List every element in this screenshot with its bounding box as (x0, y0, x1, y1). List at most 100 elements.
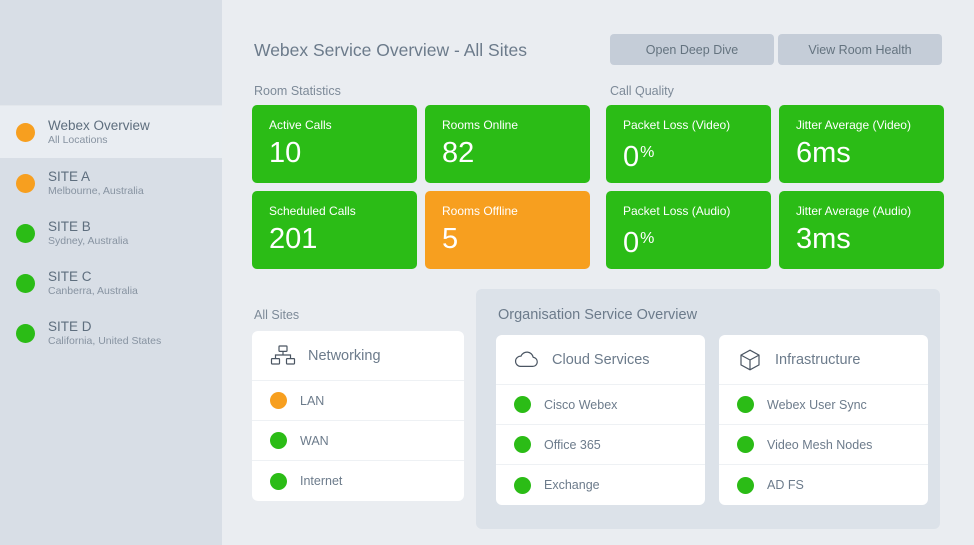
sidebar-item-site-a[interactable]: SITE A Melbourne, Australia (0, 158, 222, 208)
stat-tile-label: Packet Loss (Audio) (623, 204, 731, 218)
status-dot-green (270, 432, 287, 449)
service-status-label: WAN (300, 433, 329, 448)
sidebar-item-subtitle: Canberra, Australia (48, 284, 138, 297)
infrastructure-header: Infrastructure (719, 335, 928, 385)
sidebar-item-list: Webex Overview All Locations SITE A Melbour… (0, 106, 222, 358)
status-dot-green (16, 323, 35, 343)
sidebar-item-webex-overview[interactable]: Webex Overview All Locations (0, 106, 222, 158)
service-status-row[interactable]: AD FS (719, 465, 928, 505)
organisation-service-overview-panel: Organisation Service Overview Cloud Serv… (476, 289, 940, 529)
stat-tile-unit: ms (812, 137, 851, 169)
stat-tile-value: 0% (623, 136, 771, 174)
service-status-row[interactable]: WAN (252, 421, 464, 461)
networking-header: Networking (252, 331, 464, 381)
status-dot-green (16, 223, 35, 243)
service-status-label: LAN (300, 393, 325, 408)
stat-tile-label: Rooms Offline (442, 204, 518, 218)
cloud-services-header: Cloud Services (496, 335, 705, 385)
sidebar-item-subtitle: Sydney, Australia (48, 234, 129, 247)
stat-tile-label: Active Calls (269, 118, 332, 132)
cloud-services-card: Cloud Services Cisco Webex Office 365 Excha… (496, 335, 705, 505)
stat-tile-active-calls[interactable]: Active Calls 10 (252, 105, 417, 183)
sidebar-item-text: SITE A Melbourne, Australia (48, 169, 144, 198)
stat-tile-label: Jitter Average (Video) (796, 118, 911, 132)
stat-tile-label: Packet Loss (Video) (623, 118, 731, 132)
stat-tile-label: Jitter Average (Audio) (796, 204, 912, 218)
status-dot-green (16, 273, 35, 293)
stat-tile-value: 82 (442, 136, 590, 170)
status-dot-green (737, 436, 754, 453)
sidebar-header (0, 0, 222, 106)
sidebar-item-site-b[interactable]: SITE B Sydney, Australia (0, 208, 222, 258)
status-dot-green (737, 396, 754, 413)
status-dot-green (514, 436, 531, 453)
all-sites-label: All Sites (254, 308, 300, 322)
sidebar-item-text: SITE C Canberra, Australia (48, 269, 138, 298)
stat-tile-number: 6 (796, 137, 813, 169)
stat-tile-scheduled-calls[interactable]: Scheduled Calls 201 (252, 191, 417, 269)
service-status-row[interactable]: LAN (252, 381, 464, 421)
service-status-row[interactable]: Webex User Sync (719, 385, 928, 425)
status-dot-orange (16, 173, 35, 193)
sidebar-item-site-c[interactable]: SITE C Canberra, Australia (0, 258, 222, 308)
cloud-icon (514, 351, 538, 367)
view-room-health-button[interactable]: View Room Health (778, 34, 942, 65)
stat-tile-number: 3 (796, 223, 813, 255)
organisation-panel-title: Organisation Service Overview (498, 307, 698, 323)
stat-tile-packet-loss-audio-[interactable]: Packet Loss (Audio) 0% (606, 191, 771, 269)
service-status-row[interactable]: Exchange (496, 465, 705, 505)
service-status-row[interactable]: Video Mesh Nodes (719, 425, 928, 465)
sidebar-item-text: SITE B Sydney, Australia (48, 219, 128, 248)
room-statistics-label: Room Statistics (254, 84, 341, 98)
open-deep-dive-button[interactable]: Open Deep Dive (610, 34, 774, 65)
sidebar-item-text: SITE D California, United States (48, 319, 161, 348)
sidebar-item-site-d[interactable]: SITE D California, United States (0, 308, 222, 358)
stat-tile-label: Scheduled Calls (269, 204, 356, 218)
sitemap-icon (270, 344, 296, 365)
cloud-services-title: Cloud Services (552, 351, 650, 368)
sidebar-item-title: SITE D (48, 318, 92, 334)
sidebar-item-title: Webex Overview (48, 117, 150, 133)
service-status-label: Exchange (544, 478, 600, 492)
stat-tile-jitter-average-video-[interactable]: Jitter Average (Video) 6ms (779, 105, 944, 183)
stat-tile-number: 82 (442, 137, 475, 169)
service-status-label: Video Mesh Nodes (767, 437, 873, 452)
service-status-row[interactable]: Office 365 (496, 425, 705, 465)
page-title: Webex Service Overview - All Sites (254, 40, 527, 60)
stat-tile-value: 10 (269, 136, 417, 170)
stat-tile-value: 3ms (796, 222, 944, 256)
service-status-label: Cisco Webex (544, 397, 618, 412)
stat-tile-unit: % (640, 230, 655, 247)
sidebar-item-title: SITE A (48, 168, 91, 184)
stat-tile-value: 6ms (796, 136, 944, 170)
call-quality-tiles: Packet Loss (Video) 0% Jitter Average (Vid… (606, 105, 944, 269)
sidebar-item-title: SITE B (48, 218, 91, 234)
infrastructure-title: Infrastructure (775, 351, 861, 368)
stat-tile-number: 10 (269, 137, 302, 169)
stat-tile-packet-loss-video-[interactable]: Packet Loss (Video) 0% (606, 105, 771, 183)
stat-tile-rooms-offline[interactable]: Rooms Offline 5 (425, 191, 590, 269)
sidebar-item-text: Webex Overview All Locations (48, 118, 150, 147)
cube-icon (740, 349, 760, 370)
service-status-label: Webex User Sync (767, 397, 867, 412)
status-dot-green (514, 396, 531, 413)
service-status-row[interactable]: Internet (252, 461, 464, 501)
networking-card: Networking LAN WAN Internet (252, 331, 464, 501)
stat-tile-number: 0 (623, 141, 640, 173)
dashboard-root: Webex Overview All Locations SITE A Melbour… (0, 0, 974, 545)
stat-tile-jitter-average-audio-[interactable]: Jitter Average (Audio) 3ms (779, 191, 944, 269)
stat-tile-value: 201 (269, 222, 417, 256)
networking-title: Networking (308, 347, 381, 364)
status-dot-green (514, 476, 531, 494)
status-dot-green (270, 472, 287, 490)
sidebar-item-subtitle: All Locations (48, 133, 108, 146)
main-content: Webex Service Overview - All Sites Open … (222, 0, 974, 545)
infrastructure-card: Infrastructure Webex User Sync Video Mesh … (719, 335, 928, 505)
room-statistics-tiles: Active Calls 10 Rooms Online 82 Scheduled Ca… (252, 105, 590, 269)
service-status-row[interactable]: Cisco Webex (496, 385, 705, 425)
stat-tile-rooms-online[interactable]: Rooms Online 82 (425, 105, 590, 183)
service-status-label: Internet (300, 474, 343, 488)
service-status-label: AD FS (767, 478, 804, 492)
call-quality-label: Call Quality (610, 84, 674, 98)
status-dot-orange (270, 392, 287, 409)
